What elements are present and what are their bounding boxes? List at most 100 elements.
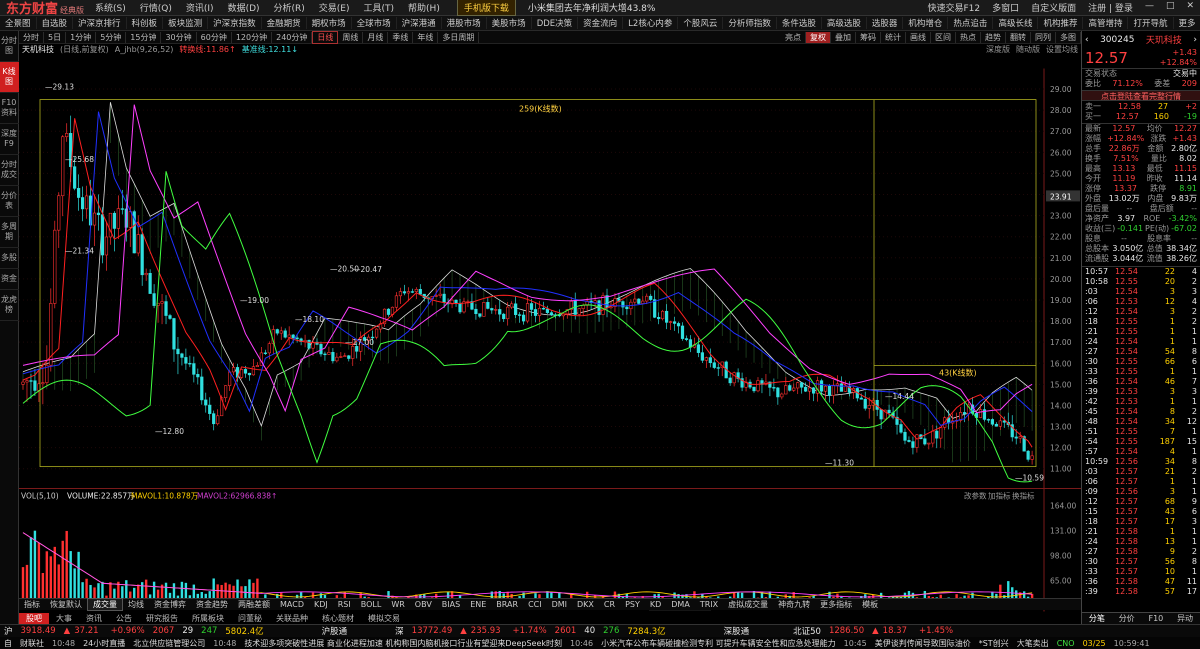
nav-item-7[interactable]: 期权市场 bbox=[307, 17, 352, 29]
indicator-tab-19[interactable]: CR bbox=[599, 600, 620, 609]
ticker-item-3[interactable]: 24小时直播 bbox=[79, 638, 129, 649]
left-tab-8[interactable]: 资金 bbox=[0, 269, 19, 290]
quick-trade-button[interactable]: 快速交易F12 bbox=[922, 1, 987, 14]
nav-item-19[interactable]: 选股器 bbox=[867, 17, 904, 29]
nav-item-23[interactable]: 机构推荐 bbox=[1038, 17, 1084, 29]
sz-index-label[interactable]: 深 bbox=[391, 625, 408, 637]
period-tab-1[interactable]: 5日 bbox=[44, 31, 67, 43]
period-tab-11[interactable]: 月线 bbox=[363, 31, 389, 43]
period-tab-8[interactable]: 240分钟 bbox=[272, 31, 313, 43]
nav-item-5[interactable]: 沪深京指数 bbox=[208, 17, 262, 29]
indicator-tab-20[interactable]: PSY bbox=[620, 600, 645, 609]
chart-tool-8[interactable]: 趋势 bbox=[981, 31, 1006, 43]
vol-tool-2[interactable]: 换指标 bbox=[1012, 491, 1035, 501]
indicator-tab-15[interactable]: BRAR bbox=[491, 600, 523, 609]
indicator-tab-11[interactable]: WR bbox=[386, 600, 409, 609]
chart-tool-7[interactable]: 热点 bbox=[956, 31, 981, 43]
nav-item-2[interactable]: 沪深京排行 bbox=[73, 17, 127, 29]
indicator-tab-1[interactable]: 恢复默认 bbox=[45, 599, 87, 610]
ticker-item-14[interactable]: 03/25 bbox=[1079, 639, 1110, 648]
ticker-item-5[interactable]: 10:48 bbox=[209, 639, 240, 648]
left-tab-7[interactable]: 多股 bbox=[0, 248, 19, 269]
chart-tool-4[interactable]: 统计 bbox=[881, 31, 906, 43]
nav-item-4[interactable]: 板块监测 bbox=[163, 17, 209, 29]
nav-item-17[interactable]: 条件选股 bbox=[777, 17, 822, 29]
nav-right-item-1[interactable]: 更多 bbox=[1174, 17, 1200, 29]
info-subtab-5[interactable]: 所属板块 bbox=[185, 613, 231, 624]
chart-tool-1[interactable]: 复权 bbox=[806, 31, 831, 43]
menu-info[interactable]: 资讯(I) bbox=[179, 1, 221, 14]
chart-tool-6[interactable]: 区间 bbox=[931, 31, 956, 43]
indicator-tab-21[interactable]: KD bbox=[645, 600, 666, 609]
indicator-tab-26[interactable]: 更多指标 bbox=[815, 599, 857, 610]
period-tab-0[interactable]: 分时 bbox=[19, 31, 44, 43]
indicator-tab-0[interactable]: 指标 bbox=[19, 599, 45, 610]
period-tab-14[interactable]: 多日周期 bbox=[438, 31, 480, 43]
chart-tool-0[interactable]: 亮点 bbox=[781, 31, 806, 43]
vol-tool-1[interactable]: 加指标 bbox=[988, 491, 1011, 501]
tick-tab-2[interactable]: F10 bbox=[1148, 614, 1163, 623]
indicator-tab-25[interactable]: 神奇九转 bbox=[773, 599, 815, 610]
indicator-tab-23[interactable]: TRIX bbox=[695, 600, 723, 609]
menu-help[interactable]: 帮助(H) bbox=[401, 1, 447, 14]
indicator-tab-6[interactable]: 两融差额 bbox=[233, 599, 275, 610]
info-subtab-0[interactable]: 股吧 bbox=[19, 612, 49, 624]
indicator-tab-13[interactable]: BIAS bbox=[437, 600, 465, 609]
headline-news[interactable]: 小米集团去年净利润大增43.8% bbox=[528, 1, 656, 14]
info-subtab-4[interactable]: 研究报告 bbox=[139, 613, 185, 624]
ticker-item-8[interactable]: 小米汽车公布车辆碰撞检测专利 可提升车辆安全性和应急处理能力 bbox=[597, 638, 840, 649]
period-tab-10[interactable]: 周线 bbox=[338, 31, 364, 43]
period-tab-3[interactable]: 5分钟 bbox=[96, 31, 127, 43]
indicator-tab-4[interactable]: 资金博弈 bbox=[149, 599, 191, 610]
ticker-item-4[interactable]: 北立供应链管理公司 bbox=[129, 638, 209, 649]
nav-item-10[interactable]: 港股市场 bbox=[442, 17, 487, 29]
indicator-tab-12[interactable]: OBV bbox=[410, 600, 437, 609]
bj50-label[interactable]: 北证50 bbox=[789, 625, 825, 637]
tick-tab-3[interactable]: 异动 bbox=[1177, 613, 1193, 624]
info-subtab-9[interactable]: 模拟交易 bbox=[361, 613, 407, 624]
sh-index-label[interactable]: 沪 bbox=[0, 625, 17, 637]
indicator-tab-27[interactable]: 模板 bbox=[857, 599, 883, 610]
period-tab-13[interactable]: 年线 bbox=[413, 31, 439, 43]
indicator-tab-10[interactable]: BOLL bbox=[356, 600, 387, 609]
nav-item-8[interactable]: 全球市场 bbox=[352, 17, 397, 29]
tick-tab-1[interactable]: 分价 bbox=[1119, 613, 1135, 624]
maximize-icon[interactable]: □ bbox=[1160, 1, 1181, 14]
nav-item-18[interactable]: 高级选股 bbox=[822, 17, 867, 29]
menu-system[interactable]: 系统(S) bbox=[88, 1, 133, 14]
period-tab-12[interactable]: 季线 bbox=[388, 31, 414, 43]
period-tab-5[interactable]: 30分钟 bbox=[161, 31, 197, 43]
set-ma-link[interactable]: 设置均线 bbox=[1043, 44, 1081, 55]
nav-item-1[interactable]: 自选股 bbox=[37, 17, 74, 29]
period-tab-6[interactable]: 60分钟 bbox=[197, 31, 232, 43]
indicator-tab-18[interactable]: DKX bbox=[572, 600, 599, 609]
left-tab-6[interactable]: 多周期 bbox=[0, 217, 19, 248]
login-link[interactable]: 注册 | 登录 bbox=[1082, 1, 1139, 14]
ticker-item-7[interactable]: 10:46 bbox=[566, 639, 597, 648]
info-subtab-6[interactable]: 问董秘 bbox=[231, 613, 269, 624]
nav-item-6[interactable]: 金融期货 bbox=[262, 17, 307, 29]
indicator-tab-8[interactable]: KDJ bbox=[309, 600, 333, 609]
indicator-tab-3[interactable]: 均线 bbox=[123, 599, 149, 610]
nav-item-0[interactable]: 全景图 bbox=[0, 17, 37, 29]
l2-login-link[interactable]: 点击登陆查看完整行情 bbox=[1082, 90, 1200, 101]
follow-version-link[interactable]: 随动版 bbox=[1013, 44, 1043, 55]
vol-tool-0[interactable]: 改参数 bbox=[964, 491, 987, 501]
indicator-tab-2[interactable]: 成交量 bbox=[87, 598, 123, 611]
info-subtab-8[interactable]: 核心题材 bbox=[315, 613, 361, 624]
left-tab-0[interactable]: 分时图 bbox=[0, 31, 19, 62]
period-tab-2[interactable]: 1分钟 bbox=[66, 31, 97, 43]
chart-tool-9[interactable]: 翻转 bbox=[1006, 31, 1031, 43]
menu-analysis[interactable]: 分析(R) bbox=[267, 1, 312, 14]
indicator-tab-17[interactable]: DMI bbox=[547, 600, 572, 609]
left-tab-9[interactable]: 龙虎榜 bbox=[0, 290, 19, 321]
indicator-tab-7[interactable]: MACD bbox=[275, 600, 309, 609]
prev-stock-icon[interactable]: ‹ bbox=[1085, 35, 1089, 45]
info-subtab-3[interactable]: 公告 bbox=[109, 613, 139, 624]
indicator-tab-14[interactable]: ENE bbox=[465, 600, 491, 609]
indicator-tab-5[interactable]: 资金趋势 bbox=[191, 599, 233, 610]
minimize-icon[interactable]: — bbox=[1139, 1, 1160, 14]
nav-item-12[interactable]: DDE决策 bbox=[532, 17, 579, 29]
nav-item-21[interactable]: 热点追击 bbox=[948, 17, 994, 29]
chart-tool-5[interactable]: 画线 bbox=[906, 31, 931, 43]
